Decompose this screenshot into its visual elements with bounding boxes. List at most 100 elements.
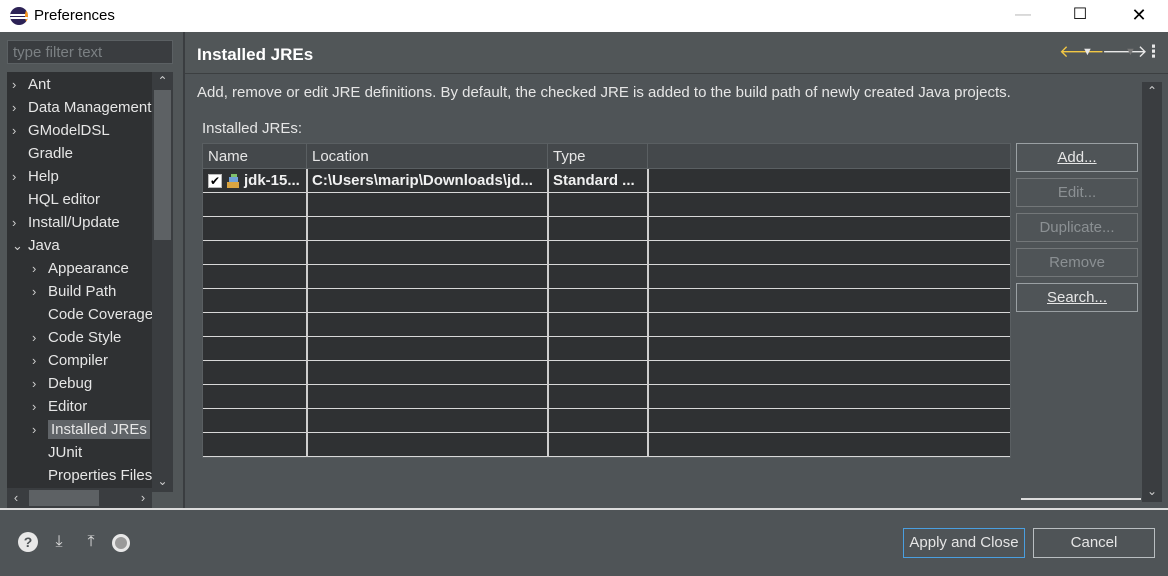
record-preferences-icon[interactable] [112,534,130,552]
chevron-right-icon[interactable]: › [12,212,28,233]
table-row[interactable] [203,265,1010,289]
tree-item[interactable]: › Ant [12,74,51,95]
tree-item-label: Installed JREs [48,420,150,439]
tree-vertical-scrollbar[interactable]: ⌃ ⌄ [152,72,173,492]
tree-item[interactable]: › Editor [32,396,87,417]
tree-item[interactable]: HQL editor [12,189,100,210]
chevron-right-icon[interactable]: › [32,350,48,371]
hscroll-thumb[interactable] [29,490,99,506]
tree-item[interactable]: › Debug [32,373,92,394]
back-dropdown-icon[interactable]: ▼ [1082,46,1093,58]
column-header-type[interactable]: Type [548,144,648,169]
tree-item-label: Editor [48,398,88,415]
tree-item-label: HQL editor [28,191,100,208]
scroll-up-icon[interactable]: ⌃ [152,72,173,90]
tree-item[interactable]: Properties Files [32,465,152,486]
column-header-name[interactable]: Name [203,144,307,169]
maximize-button[interactable]: ☐ [1057,0,1103,32]
window-title: Preferences [34,7,115,24]
tree-item-label: GModelDSL [28,122,110,139]
tree-item-label: Debug [48,375,93,392]
default-jre-checkbox[interactable]: ✔ [208,174,222,188]
chevron-right-icon[interactable]: › [12,120,28,141]
tree-item-label: Java [28,237,60,254]
installed-jres-label: Installed JREs: [202,120,303,137]
scroll-left-icon[interactable]: ‹ [7,488,25,508]
remove-button[interactable]: Remove [1016,248,1138,277]
chevron-right-icon[interactable]: › [32,327,48,348]
edit-button[interactable]: Edit... [1016,178,1138,207]
chevron-right-icon[interactable]: › [32,373,48,394]
chevron-down-icon[interactable]: ⌄ [12,235,28,256]
preferences-navigation: ›Ant›Data Management›GModelDSLGradle›Hel… [0,32,183,508]
cancel-button[interactable]: Cancel [1033,528,1155,558]
scroll-right-icon[interactable]: › [134,488,152,508]
table-row[interactable]: ✔ jdk-15... C:\Users\marip\Downloads\jd...… [203,169,1010,193]
tree-item[interactable]: › Install/Update [12,212,120,233]
search-button[interactable]: Search... [1016,283,1138,312]
separator-line [1021,498,1141,500]
scroll-down-icon[interactable]: ⌄ [1142,482,1162,500]
table-row[interactable] [203,361,1010,385]
chevron-right-icon[interactable]: › [32,258,48,279]
export-icon[interactable]: ⤒ [81,532,101,552]
tree-item[interactable]: › Help [12,166,59,187]
column-divider [647,169,649,457]
apply-and-close-button[interactable]: Apply and Close [903,528,1025,558]
table-row[interactable] [203,433,1010,457]
page-description: Add, remove or edit JRE definitions. By … [197,84,1011,101]
tree-item[interactable]: › Data Management [12,97,151,118]
tree-item[interactable]: › GModelDSL [12,120,110,141]
tree-item[interactable]: Gradle [12,143,73,164]
tree-item-label: JUnit [48,444,83,461]
column-divider [547,169,549,457]
tree-item[interactable]: › Compiler [32,350,108,371]
table-row[interactable] [203,385,1010,409]
tree-item[interactable]: › Build Path [32,281,116,302]
scroll-down-icon[interactable]: ⌄ [152,472,173,490]
scroll-thumb[interactable] [154,90,171,240]
tree-item[interactable]: ⌄ Java [12,235,60,256]
table-row[interactable] [203,217,1010,241]
jre-location-cell: C:\Users\marip\Downloads\jd... [312,172,533,189]
table-row[interactable] [203,289,1010,313]
chevron-right-icon[interactable]: › [32,396,48,417]
column-divider [306,169,308,457]
filter-input[interactable] [7,40,173,64]
table-row[interactable] [203,193,1010,217]
view-menu-icon[interactable]: ⋮ [1145,42,1162,62]
jre-type-cell: Standard ... [553,172,635,189]
table-row[interactable] [203,241,1010,265]
add-button[interactable]: Add... [1016,143,1138,172]
page-vertical-scrollbar[interactable]: ⌃ ⌄ [1142,82,1162,502]
chevron-right-icon[interactable]: › [12,166,28,187]
scroll-up-icon[interactable]: ⌃ [1142,82,1162,100]
help-icon[interactable]: ? [18,532,38,552]
forward-dropdown-icon[interactable]: ▼ [1125,46,1136,58]
close-button[interactable]: ✕ [1116,0,1162,32]
title-bar: Preferences — ☐ ✕ [0,0,1168,32]
tree-item[interactable]: JUnit [32,442,82,463]
duplicate-button[interactable]: Duplicate... [1016,213,1138,242]
jre-table: Name Location Type ✔ jdk-15... C:\Users\ma… [202,143,1011,458]
column-header-location[interactable]: Location [307,144,548,169]
chevron-right-icon[interactable]: › [12,74,28,95]
page-title: Installed JREs [197,45,314,64]
chevron-right-icon[interactable]: › [32,281,48,302]
tree-horizontal-scrollbar[interactable]: ‹ › [7,488,152,508]
dialog-footer: ? ⤓ ⤒ Apply and Close Cancel [0,510,1168,576]
table-row[interactable] [203,313,1010,337]
import-icon[interactable]: ⤓ [49,532,69,552]
table-row[interactable] [203,337,1010,361]
preferences-tree: › Ant › Data Management › GModelDSL Gradle › Hel… [7,72,152,492]
tree-item[interactable]: › Appearance [32,258,129,279]
chevron-right-icon[interactable]: › [32,419,48,440]
tree-item[interactable]: › Code Style [32,327,121,348]
tree-item-label: Data Management [28,99,152,116]
tree-item[interactable]: › Installed JREs [32,419,150,440]
chevron-right-icon[interactable]: › [12,97,28,118]
tree-item-label: Gradle [28,145,74,162]
table-row[interactable] [203,409,1010,433]
minimize-button[interactable]: — [1000,0,1046,32]
tree-item[interactable]: Code Coverage [32,304,152,325]
